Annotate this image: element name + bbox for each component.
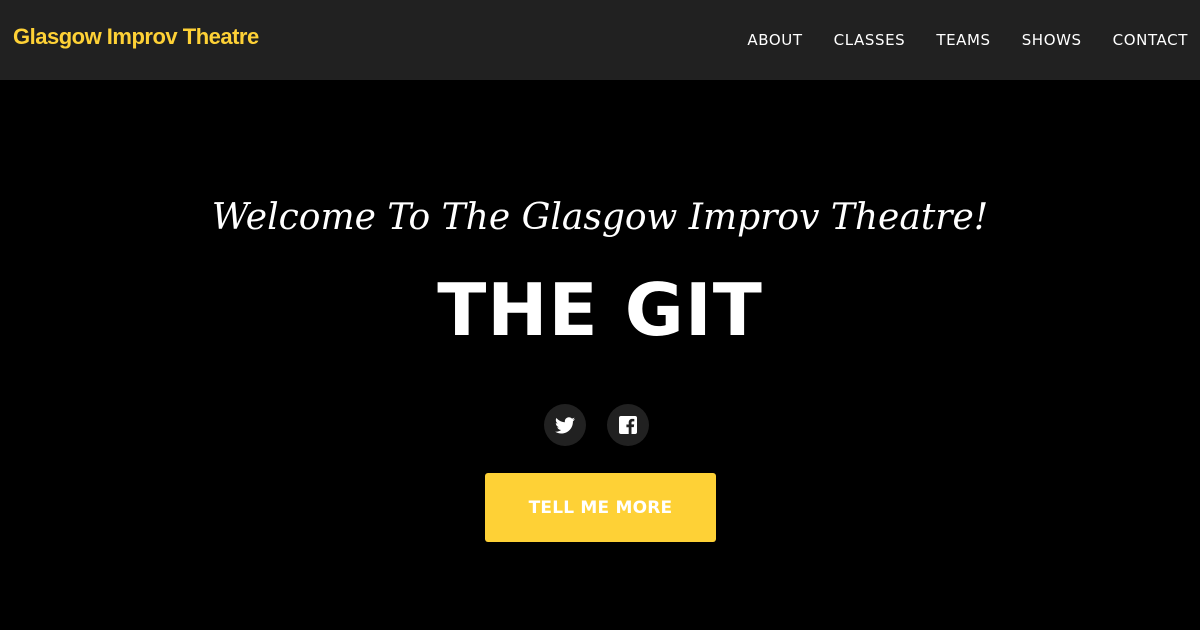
main-nav: ABOUT CLASSES TEAMS SHOWS CONTACT bbox=[747, 31, 1188, 49]
brand-logo-link[interactable]: Glasgow Improv Theatre bbox=[13, 24, 259, 50]
nav-link-teams[interactable]: TEAMS bbox=[936, 31, 990, 49]
twitter-icon bbox=[555, 416, 575, 433]
hero-section: Welcome To The Glasgow Improv Theatre! T… bbox=[0, 80, 1200, 630]
tell-me-more-button[interactable]: TELL ME MORE bbox=[485, 473, 716, 542]
nav-link-about[interactable]: ABOUT bbox=[747, 31, 802, 49]
nav-link-classes[interactable]: CLASSES bbox=[834, 31, 906, 49]
twitter-button[interactable] bbox=[544, 404, 586, 446]
social-links bbox=[544, 404, 649, 446]
top-navbar: Glasgow Improv Theatre ABOUT CLASSES TEA… bbox=[0, 0, 1200, 80]
hero-lead-in: Welcome To The Glasgow Improv Theatre! bbox=[211, 197, 989, 238]
nav-link-contact[interactable]: CONTACT bbox=[1113, 31, 1188, 49]
hero-heading: THE GIT bbox=[437, 268, 763, 352]
facebook-icon bbox=[619, 416, 637, 434]
facebook-button[interactable] bbox=[607, 404, 649, 446]
nav-link-shows[interactable]: SHOWS bbox=[1022, 31, 1082, 49]
